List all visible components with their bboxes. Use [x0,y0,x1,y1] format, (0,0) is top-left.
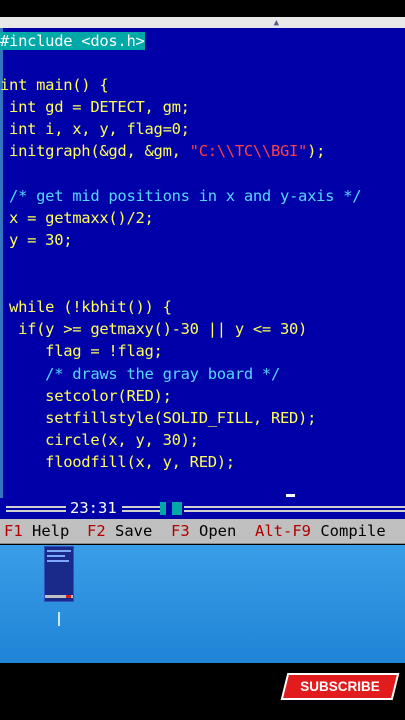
compile-menu-item[interactable]: Alt-F9 Compile [255,519,386,544]
code-line: floodfill(x, y, RED); [0,453,235,471]
menu-label: Open [199,522,237,540]
window-thumbnail[interactable] [44,546,74,602]
status-rule-mid [122,506,162,512]
menu-label: Save [115,522,153,540]
code-fragment: initgraph(&gd, &gm, [0,142,190,160]
code-line: int i, x, y, flag=0; [0,120,190,138]
code-line: y = 30; [0,231,73,249]
subscribe-label: SUBSCRIBE [300,679,380,694]
help-menu-item[interactable]: F1 Help [4,519,69,544]
status-rule-right [184,506,405,512]
menu-key: Alt-F9 [255,522,311,540]
comment-line: /* get mid positions in x and y-axis */ [0,187,362,205]
editor-status-bar: 23:31 [0,498,405,519]
code-editor[interactable]: #include <dos.h> int main() { int gd = D… [0,28,405,518]
code-line: initgraph(&gd, &gm, "C:\\TC\\BGI"); [0,140,325,162]
code-line: flag = !flag; [0,342,163,360]
code-line: int main() { [0,76,109,94]
code-line: x = getmaxx()/2; [0,209,154,227]
code-line: while (!kbhit()) { [0,298,172,316]
save-menu-item[interactable]: F2 Save [87,519,152,544]
desktop-background [0,545,405,663]
function-key-bar: F1 Help F2 Save F3 Open Alt-F9 Compile [0,519,405,544]
menu-key: F1 [4,522,23,540]
open-menu-item[interactable]: F3 Open [171,519,236,544]
code-line: #include <dos.h> [0,30,145,52]
subscribe-button[interactable]: SUBSCRIBE [280,673,400,700]
menu-key: F3 [171,522,190,540]
code-line: if(y >= getmaxy()-30 || y <= 30) [0,320,308,338]
code-line: int gd = DETECT, gm; [0,98,190,116]
code-line: setcolor(RED); [0,387,172,405]
code-fragment: ); [307,142,326,160]
mouse-pointer-icon: ▲ [273,18,279,28]
menu-label: Help [32,522,70,540]
code-line-selected: #include <dos.h> [0,32,145,50]
code-line: circle(x, y, 30); [0,431,199,449]
ibeam-cursor-icon [58,612,60,626]
cursor-position: 23:31 [66,498,121,519]
scrollbar-thumb[interactable] [160,502,182,515]
status-rule-left [6,506,68,512]
string-literal: "C:\\TC\\BGI" [189,142,308,160]
code-line: setfillstyle(SOLID_FILL, RED); [0,409,317,427]
comment-line: /* draws the gray board */ [0,365,280,383]
menu-label: Compile [320,522,386,540]
text-cursor [286,494,295,497]
menu-key: F2 [87,522,106,540]
